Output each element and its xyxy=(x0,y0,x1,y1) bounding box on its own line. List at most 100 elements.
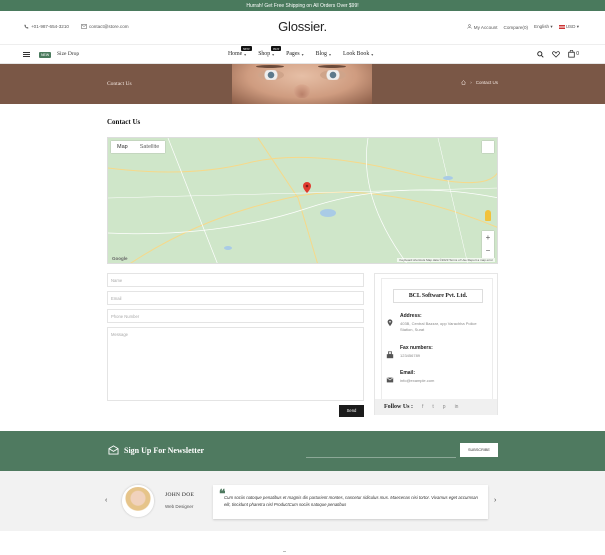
banner-title: Contact Us xyxy=(107,81,132,87)
footer-divider xyxy=(283,551,286,552)
subscribe-button[interactable]: SUBSCRIBE xyxy=(460,443,498,457)
fax-block: Fax numbers: 123456789 xyxy=(386,345,480,359)
chevron-down-icon: ▾ xyxy=(576,24,579,29)
twitter-icon[interactable]: t xyxy=(432,404,433,410)
menu-label: Look Book xyxy=(342,51,370,57)
menu-label: Pages xyxy=(286,51,300,57)
avatar xyxy=(122,485,154,517)
main-nav: NEW Size Drop NEW Home ▾ HOT Shop ▾ Pages ▾ B… xyxy=(0,45,605,64)
follow-us-label: Follow Us : xyxy=(384,404,413,410)
message-field[interactable]: Message xyxy=(107,327,364,401)
chevron-down-icon: ▾ xyxy=(272,51,275,57)
cart-bag-icon xyxy=(568,50,575,58)
pinterest-icon[interactable]: p xyxy=(443,404,446,410)
email-label: Email: xyxy=(400,370,416,376)
brow-shape xyxy=(318,65,346,68)
menu-item-blog[interactable]: Blog ▾ xyxy=(316,51,331,57)
menu-item-lookbook[interactable]: Look Book ▾ xyxy=(343,51,373,57)
testimonial-name: JOHN DOE xyxy=(165,492,195,498)
email-value[interactable]: info@example.com xyxy=(400,378,480,384)
facebook-icon[interactable]: f xyxy=(422,404,423,410)
compare-link[interactable]: Compare(0) xyxy=(504,25,529,30)
currency-label: USD xyxy=(565,24,576,29)
email-block: Email: info@example.com xyxy=(386,370,480,384)
contact-info-panel: BCL Software Pvt. Ltd. Address: 403B, Cen… xyxy=(381,278,493,405)
section-title: Contact Us xyxy=(107,118,141,126)
next-arrow-icon[interactable]: › xyxy=(494,497,496,504)
company-name: BCL Software Pvt. Ltd. xyxy=(393,289,483,303)
address-label: Address: xyxy=(400,313,422,319)
send-button[interactable]: Send xyxy=(339,405,364,417)
eye-shape xyxy=(320,70,346,80)
testimonial-text: Cum sociis natoque penatibus et magnis d… xyxy=(224,495,478,507)
page-banner: Contact Us › Contact Us xyxy=(0,64,605,104)
fax-icon xyxy=(386,351,394,359)
chevron-down-icon: ▾ xyxy=(244,51,247,57)
menu-item-shop[interactable]: HOT Shop ▾ xyxy=(258,46,282,57)
breadcrumb-separator: › xyxy=(470,80,472,85)
envelope-open-icon xyxy=(108,445,119,455)
currency-select[interactable]: USD ▾ xyxy=(558,24,579,30)
google-map[interactable]: Map Satellite + − Google Keyboard shortc… xyxy=(107,137,498,264)
prev-arrow-icon[interactable]: ‹ xyxy=(105,497,107,504)
cart-button[interactable]: 0 xyxy=(568,50,579,58)
map-tab-satellite[interactable]: Satellite xyxy=(134,141,166,153)
google-logo: Google xyxy=(112,256,128,261)
map-type-tabs: Map Satellite xyxy=(111,141,166,153)
envelope-icon xyxy=(386,377,394,383)
chevron-down-icon: ▾ xyxy=(550,24,553,29)
us-flag-icon xyxy=(558,24,565,29)
newsletter-email-input[interactable] xyxy=(306,457,456,458)
contact-info-card: BCL Software Pvt. Ltd. Address: 403B, Cen… xyxy=(374,273,498,415)
wishlist-heart-icon[interactable] xyxy=(552,50,561,58)
map-terrain xyxy=(108,138,497,263)
linkedin-icon[interactable]: in xyxy=(455,404,459,410)
size-drop-link[interactable]: Size Drop xyxy=(57,51,79,57)
language-select[interactable]: English ▾ xyxy=(534,24,553,30)
cart-count: 0 xyxy=(576,51,579,57)
search-icon[interactable] xyxy=(537,50,544,58)
newsletter-title-row: Sign Up For Newsletter xyxy=(108,445,204,455)
map-footer-links[interactable]: Keyboard shortcuts Map data ©2023 Terms … xyxy=(397,258,495,262)
name-field[interactable]: Name xyxy=(107,273,364,287)
street-view-pegman-icon[interactable] xyxy=(485,210,491,221)
follow-us-bar: Follow Us : f t p in xyxy=(375,399,497,415)
fullscreen-icon[interactable] xyxy=(482,141,494,153)
chevron-down-icon: ▾ xyxy=(328,51,331,57)
account-link[interactable]: My Account xyxy=(467,24,498,30)
contact-form: Name Email Phone Number Message Send xyxy=(107,273,364,417)
map-tab-map[interactable]: Map xyxy=(111,141,134,153)
menu-item-pages[interactable]: Pages ▾ xyxy=(286,51,304,57)
testimonial-card: ❝ Cum sociis natoque penatibus et magnis… xyxy=(213,485,488,519)
phone-field[interactable]: Phone Number xyxy=(107,309,364,323)
menu-label: Shop xyxy=(258,51,271,57)
newsletter-title: Sign Up For Newsletter xyxy=(124,445,205,455)
chevron-down-icon: ▾ xyxy=(301,51,304,57)
banner-face-image xyxy=(232,64,372,104)
zoom-out-icon[interactable]: − xyxy=(482,244,494,257)
zoom-in-icon[interactable]: + xyxy=(482,231,494,244)
menu-item-home[interactable]: NEW Home ▾ xyxy=(228,46,252,57)
primary-menu: NEW Home ▾ HOT Shop ▾ Pages ▾ Blog ▾ Look Book… xyxy=(228,46,373,57)
home-icon[interactable] xyxy=(461,80,466,85)
announcement-text: Hurrah! Get Free Shipping on All Orders … xyxy=(246,2,359,9)
announcement-bar: Hurrah! Get Free Shipping on All Orders … xyxy=(0,0,605,11)
testimonial-section: ‹ JOHN DOE Web Designer ❝ Cum sociis nat… xyxy=(0,471,605,531)
breadcrumb: › Contact Us xyxy=(461,80,498,85)
user-icon xyxy=(467,24,473,29)
header-utilities: My Account Compare(0) English ▾ USD ▾ xyxy=(467,24,579,30)
header: +01-987-654-3210 contact@store.com Gloss… xyxy=(0,11,605,45)
new-tag: NEW xyxy=(39,52,52,58)
breadcrumb-current: Contact Us xyxy=(475,80,498,85)
chevron-down-icon: ▾ xyxy=(371,51,374,57)
testimonial-role: Web Designer xyxy=(165,504,194,509)
address-block: Address: 403B, Central Bazzar, opp Varach… xyxy=(386,313,480,333)
eye-shape xyxy=(258,70,284,80)
location-pin-icon xyxy=(387,319,393,327)
newsletter-section: Sign Up For Newsletter xyxy=(0,431,605,471)
email-field[interactable]: Email xyxy=(107,291,364,305)
hamburger-menu-icon[interactable] xyxy=(23,52,30,57)
nav-icons: 0 xyxy=(537,50,579,58)
fax-label: Fax numbers: xyxy=(400,345,433,351)
menu-label: Home xyxy=(228,51,243,57)
